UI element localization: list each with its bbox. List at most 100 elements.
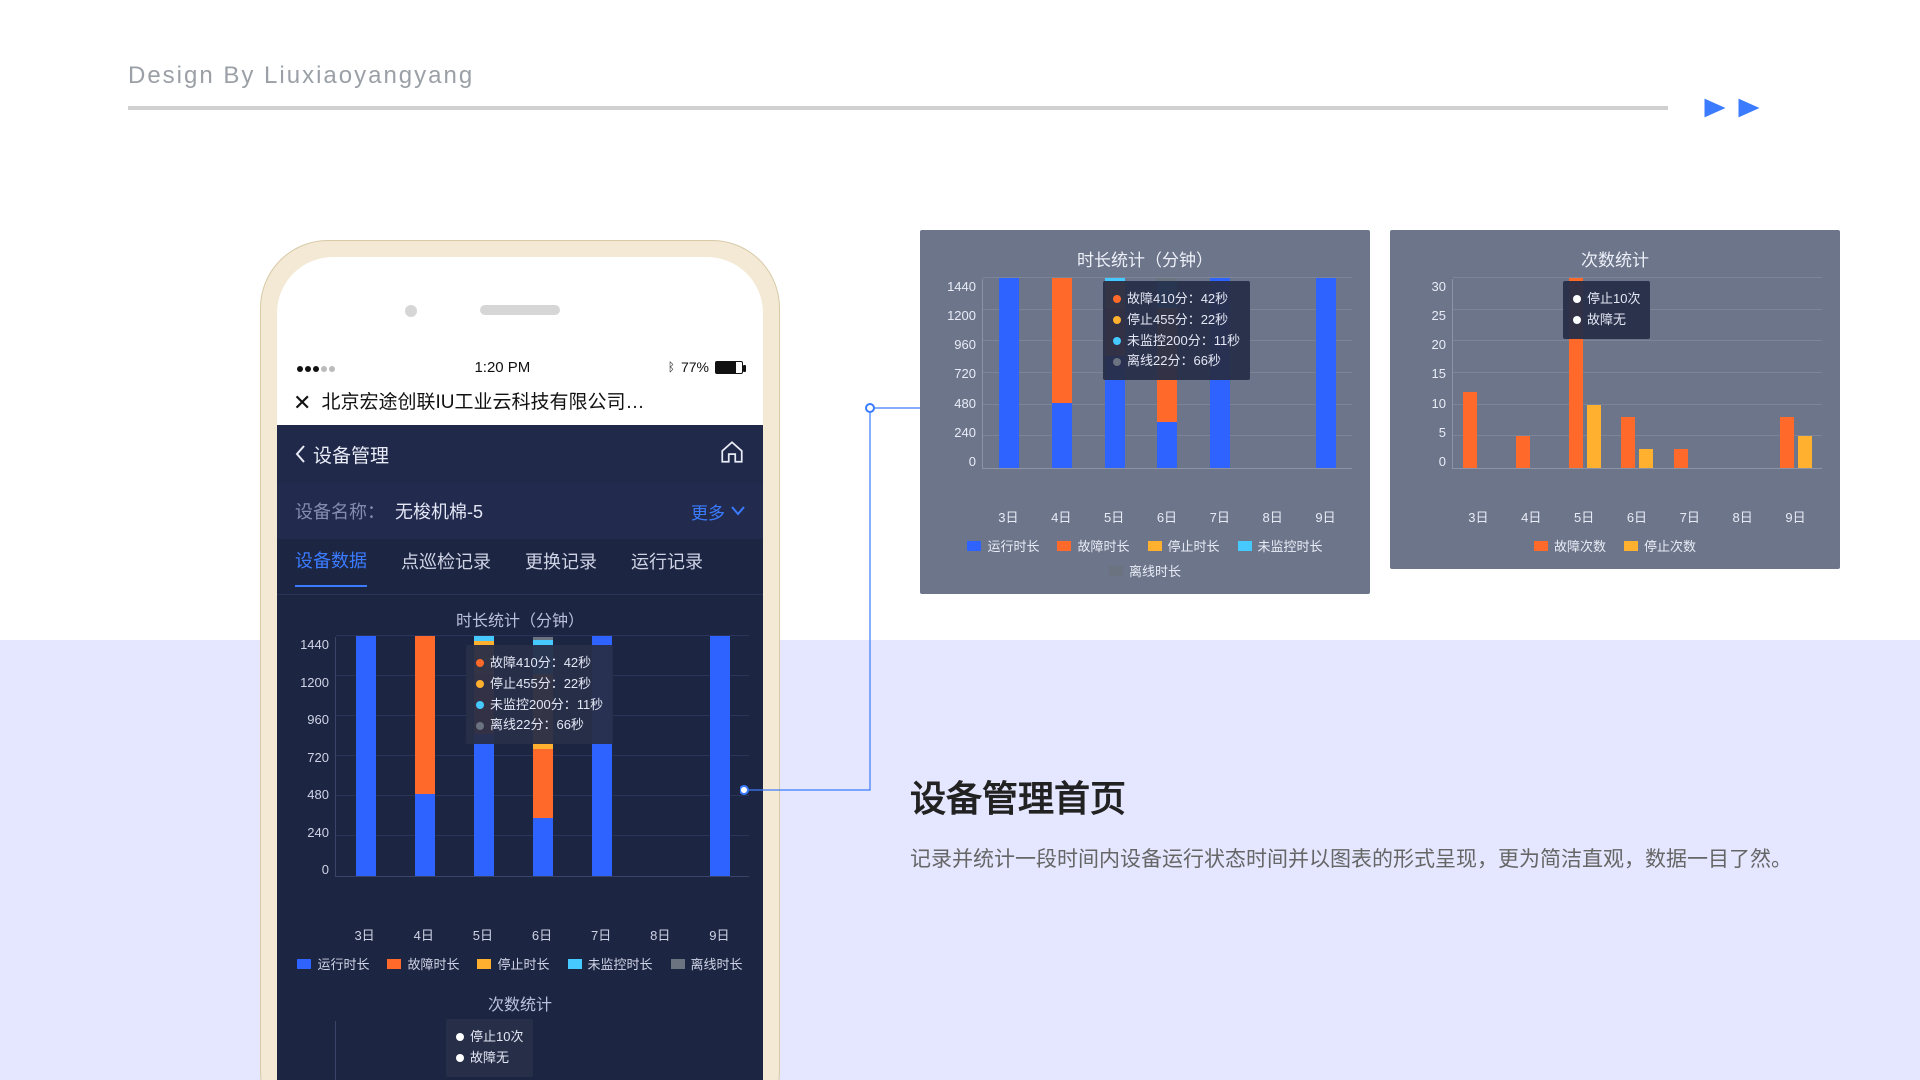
ytick: 0 — [969, 454, 976, 469]
ytick: 1440 — [300, 637, 329, 652]
bar[interactable] — [1798, 436, 1812, 468]
chart-title: 次数统计 — [291, 991, 749, 1015]
status-time: 1:20 PM — [474, 359, 530, 376]
bar[interactable] — [415, 636, 435, 876]
xtick: 7日 — [1680, 507, 1700, 526]
back-button[interactable]: 设备管理 — [295, 441, 389, 468]
chart-title: 次数统计 — [1408, 246, 1822, 271]
tab-replace[interactable]: 更换记录 — [525, 548, 597, 586]
bar-segment[interactable] — [356, 636, 376, 876]
bar[interactable] — [1463, 392, 1477, 468]
tab-runlog[interactable]: 运行记录 — [631, 548, 703, 586]
nav-title: 设备管理 — [313, 441, 389, 468]
ytick: 15 — [1432, 366, 1446, 381]
chart-tooltip: 故障410分：42秒停止455分：22秒未监控200分：11秒离线22分：66秒 — [1103, 281, 1250, 380]
ytick: 960 — [954, 337, 976, 352]
bar[interactable] — [1587, 405, 1601, 468]
card-count-chart: 次数统计 302520151050 停止10次故障无 3日4日5日6日7日8日9… — [1390, 230, 1840, 569]
bar-segment[interactable] — [1052, 403, 1072, 468]
ytick: 30 — [1432, 279, 1446, 294]
close-button[interactable]: ✕ — [293, 381, 311, 425]
xtick: 9日 — [1785, 507, 1805, 526]
ytick: 720 — [307, 750, 329, 765]
legend-item: 未监控时长 — [1238, 536, 1323, 555]
xtick: 3日 — [354, 925, 374, 944]
bar-group — [1461, 392, 1497, 468]
legend-item: 离线时长 — [671, 954, 743, 973]
xtick: 4日 — [414, 925, 434, 944]
more-button[interactable]: 更多 — [691, 499, 745, 524]
xtick: 6日 — [532, 925, 552, 944]
xtick: 8日 — [1263, 507, 1283, 526]
xtick: 6日 — [1157, 507, 1177, 526]
legend-item: 故障次数 — [1534, 536, 1606, 555]
xtick: 8日 — [1733, 507, 1753, 526]
ytick: 240 — [307, 825, 329, 840]
bar-segment[interactable] — [1052, 278, 1072, 403]
xtick: 3日 — [998, 507, 1018, 526]
ytick: 1200 — [300, 675, 329, 690]
bar[interactable] — [710, 636, 730, 876]
chart-tooltip: 停止10次故障无 — [446, 1019, 533, 1077]
ytick: 5 — [1439, 425, 1446, 440]
ytick: 0 — [322, 862, 329, 877]
xtick: 6日 — [1627, 507, 1647, 526]
device-label: 设备名称： — [295, 502, 385, 522]
ytick: 0 — [1439, 454, 1446, 469]
bar[interactable] — [1639, 449, 1653, 468]
bar-segment[interactable] — [710, 636, 730, 876]
phone-mockup: 1:20 PM ᛒ 77% ✕ 北京宏途创联IU工业云科技有限公司… 设备管理 — [260, 240, 780, 1080]
legend-item: 停止次数 — [1624, 536, 1696, 555]
bar-segment[interactable] — [415, 636, 435, 794]
chart-title: 时长统计（分钟） — [938, 246, 1352, 271]
bar-group — [1619, 417, 1655, 468]
bar-segment[interactable] — [533, 749, 553, 817]
ytick: 25 — [1432, 308, 1446, 323]
bar[interactable] — [1780, 417, 1794, 468]
bar-segment[interactable] — [1316, 278, 1336, 468]
xtick: 4日 — [1521, 507, 1541, 526]
bar[interactable] — [1052, 278, 1072, 468]
ytick: 1200 — [947, 308, 976, 323]
bar[interactable] — [999, 278, 1019, 468]
battery-percent: 77% — [681, 359, 709, 375]
bar-segment[interactable] — [415, 794, 435, 876]
bar-group — [1778, 417, 1814, 468]
bar-segment[interactable] — [474, 734, 494, 876]
xtick: 5日 — [473, 925, 493, 944]
bar[interactable] — [356, 636, 376, 876]
header-divider — [128, 106, 1668, 110]
bar-group — [1672, 449, 1708, 468]
xtick: 9日 — [1315, 507, 1335, 526]
chevron-left-icon — [295, 445, 305, 463]
tabs: 设备数据 点巡检记录 更换记录 运行记录 — [277, 539, 763, 595]
bluetooth-icon: ᛒ — [668, 360, 675, 374]
bar[interactable] — [1516, 436, 1530, 468]
webview-title: 北京宏途创联IU工业云科技有限公司… — [321, 381, 644, 425]
chart-title: 时长统计（分钟） — [291, 607, 749, 631]
battery-icon — [715, 361, 743, 374]
section-body: 记录并统计一段时间内设备运行状态时间并以图表的形式呈现，更为简洁直观，数据一目了… — [910, 840, 1792, 880]
bar[interactable] — [1316, 278, 1336, 468]
designer-credit: Design By Liuxiaoyangyang — [128, 62, 474, 90]
xtick: 7日 — [591, 925, 611, 944]
tab-device-data[interactable]: 设备数据 — [295, 547, 367, 587]
section-title: 设备管理首页 — [910, 770, 1126, 822]
xtick: 9日 — [709, 925, 729, 944]
ytick: 720 — [954, 366, 976, 381]
card-duration-chart: 时长统计（分钟） 144012009607204802400 故障410分：42… — [920, 230, 1370, 594]
ytick: 480 — [954, 396, 976, 411]
legend-item: 运行时长 — [967, 536, 1039, 555]
bar[interactable] — [1674, 449, 1688, 468]
tab-inspection[interactable]: 点巡检记录 — [401, 548, 491, 586]
bar-group — [1514, 436, 1550, 468]
xtick: 5日 — [1104, 507, 1124, 526]
bar[interactable] — [1621, 417, 1635, 468]
chart-duration: 时长统计（分钟） 144012009607204802400 故障410分：42… — [277, 595, 763, 981]
ytick: 960 — [307, 712, 329, 727]
bar-segment[interactable] — [1157, 422, 1177, 468]
bar-segment[interactable] — [533, 818, 553, 876]
ytick: 20 — [1432, 337, 1446, 352]
bar-segment[interactable] — [999, 278, 1019, 468]
chart-tooltip: 停止10次故障无 — [1563, 281, 1650, 339]
